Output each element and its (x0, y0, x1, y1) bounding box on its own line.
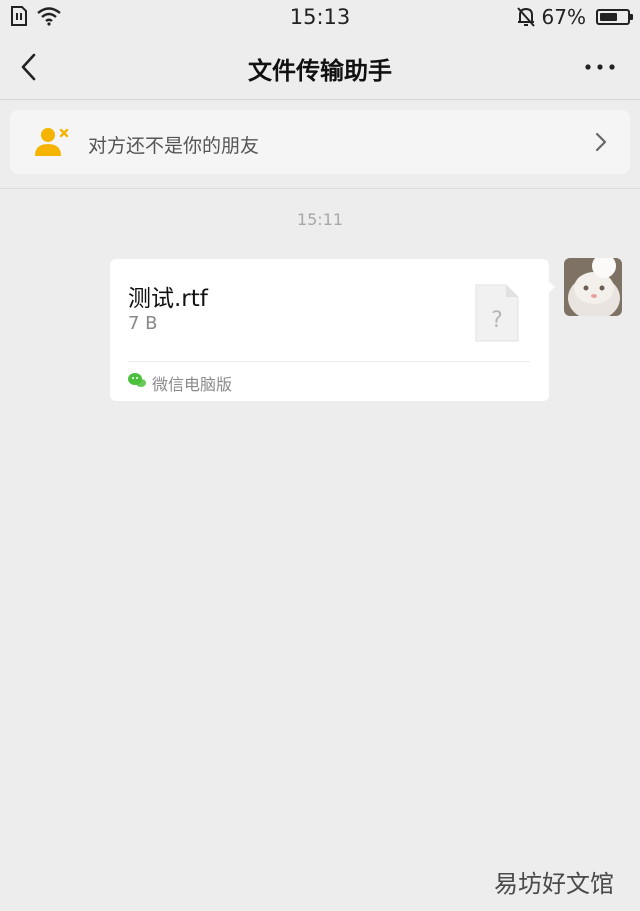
avatar-cat-image (564, 258, 622, 316)
file-size: 7 B (128, 313, 158, 334)
status-bar: 15:13 67% (0, 0, 640, 34)
banner-text: 对方还不是你的朋友 (88, 135, 260, 157)
wechat-icon (128, 373, 146, 387)
add-friend-banner[interactable]: 对方还不是你的朋友 (10, 110, 630, 174)
file-icon-glyph: ? (491, 308, 503, 333)
battery-icon (596, 9, 633, 25)
bubble-tail (546, 279, 555, 295)
unknown-file-icon: ? (475, 284, 519, 342)
page-title: 文件传输助手 (248, 57, 392, 85)
message-source: 微信电脑版 (152, 375, 233, 394)
bubble-separator (128, 361, 530, 362)
file-name: 测试.rtf (128, 286, 208, 312)
battery-level (600, 13, 618, 21)
avatar[interactable] (564, 258, 622, 316)
bell-off-icon (516, 7, 535, 27)
nav-bar: 文件传输助手 (0, 34, 640, 100)
chevron-right-icon (595, 132, 607, 152)
watermark: 易坊好文馆 (494, 870, 614, 898)
person-x-icon (35, 128, 69, 156)
battery-percent: 67% (541, 5, 586, 29)
file-message-bubble[interactable]: 测试.rtf 7 B ? 微信电脑版 (110, 259, 549, 401)
status-right: 67% (516, 5, 633, 29)
message-timestamp: 15:11 (296, 210, 344, 229)
more-dots-icon[interactable] (580, 54, 620, 80)
divider (0, 188, 640, 189)
